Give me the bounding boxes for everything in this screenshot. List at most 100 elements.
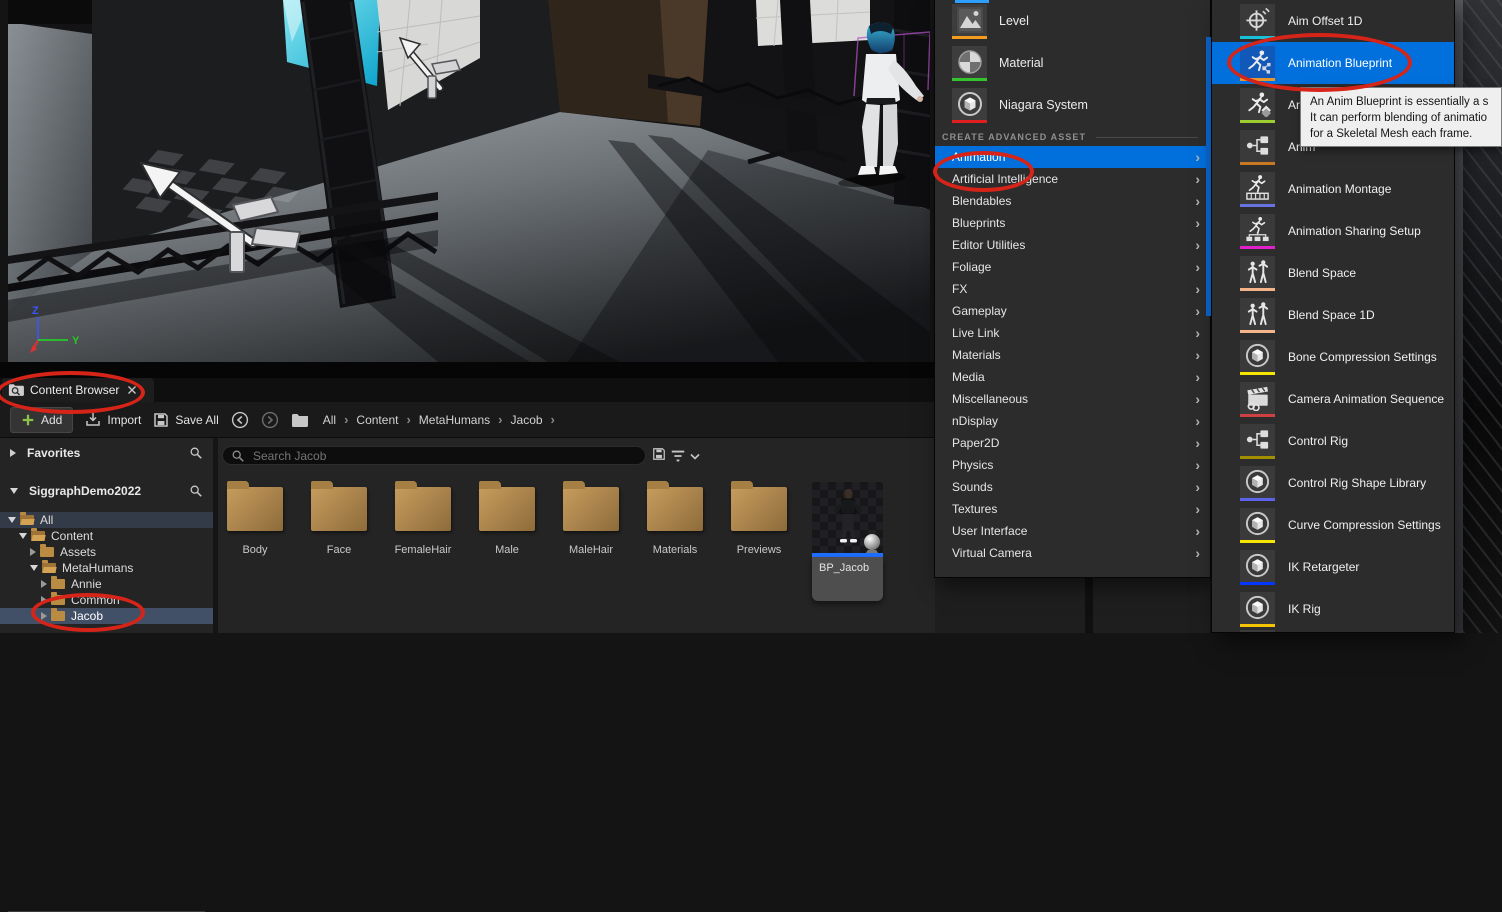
content-browser-tab[interactable]: Content Browser bbox=[2, 378, 154, 402]
chevron-down-icon[interactable] bbox=[19, 533, 27, 539]
search-icon[interactable] bbox=[189, 446, 203, 460]
menu-item-niagara-system[interactable]: Niagara System bbox=[935, 84, 1210, 126]
create-advanced-categories: Animation › Artificial Intelligence › Bl… bbox=[935, 146, 1210, 564]
submenu-item-label: Animation Sharing Setup bbox=[1288, 224, 1421, 238]
tooltip-line: It can perform blending of animatio bbox=[1310, 110, 1501, 126]
breadcrumb-item-jacob[interactable]: Jacob bbox=[511, 413, 543, 427]
menu-item-level[interactable]: Level bbox=[935, 0, 1210, 42]
submenu-item-blend-space[interactable]: Blend Space bbox=[1212, 252, 1454, 294]
menu-item-sounds[interactable]: Sounds › bbox=[935, 476, 1210, 498]
menu-item-virtual-camera[interactable]: Virtual Camera › bbox=[935, 542, 1210, 564]
chevron-right-icon[interactable] bbox=[41, 596, 47, 604]
menu-item-media[interactable]: Media › bbox=[935, 366, 1210, 388]
asset-search[interactable] bbox=[222, 446, 646, 465]
search-input[interactable] bbox=[251, 448, 637, 464]
submenu-item-blend-space-1d[interactable]: Blend Space 1D bbox=[1212, 294, 1454, 336]
breadcrumb-item-content[interactable]: Content bbox=[356, 413, 398, 427]
breadcrumb-item-metahumans[interactable]: MetaHumans bbox=[419, 413, 490, 427]
tooltip-line: An Anim Blueprint is essentially a s bbox=[1310, 94, 1501, 110]
folder-tile-femalehair[interactable]: FemaleHair bbox=[392, 473, 454, 556]
menu-item-gameplay[interactable]: Gameplay › bbox=[935, 300, 1210, 322]
submenu-item-control-rig-shape-library[interactable]: Control Rig Shape Library bbox=[1212, 462, 1454, 504]
submenu-item-control-rig[interactable]: Control Rig bbox=[1212, 420, 1454, 462]
menu-item-blueprints[interactable]: Blueprints › bbox=[935, 212, 1210, 234]
node-graph-icon bbox=[1240, 424, 1275, 459]
asset-tile-bp-jacob[interactable]: BP_Jacob bbox=[812, 473, 884, 601]
breadcrumb-item-all[interactable]: All bbox=[323, 413, 336, 427]
submenu-item-ik-rig[interactable]: IK Rig bbox=[1212, 588, 1454, 630]
breadcrumb: All›Content›MetaHumans›Jacob› bbox=[323, 412, 555, 427]
axis-y-label: Y bbox=[72, 335, 80, 347]
submenu-item-label: Control Rig Shape Library bbox=[1288, 476, 1426, 490]
chevron-right-icon: › bbox=[1195, 524, 1200, 538]
menu-item-ndisplay[interactable]: nDisplay › bbox=[935, 410, 1210, 432]
menu-item-materials[interactable]: Materials › bbox=[935, 344, 1210, 366]
menu-item-miscellaneous[interactable]: Miscellaneous › bbox=[935, 388, 1210, 410]
menu-item-editor-utilities[interactable]: Editor Utilities › bbox=[935, 234, 1210, 256]
chevron-down-icon[interactable] bbox=[8, 517, 16, 523]
chevron-right-icon[interactable] bbox=[41, 612, 47, 620]
folder-icon bbox=[51, 595, 65, 605]
forward-button[interactable] bbox=[261, 411, 279, 429]
level-viewport[interactable]: MO bbox=[8, 0, 930, 362]
submenu-item-camera-animation-sequence[interactable]: Camera Animation Sequence bbox=[1212, 378, 1454, 420]
folder-name: Materials bbox=[653, 544, 698, 556]
back-button[interactable] bbox=[231, 411, 249, 429]
folder-tile-previews[interactable]: Previews bbox=[728, 473, 790, 556]
menu-item-physics[interactable]: Physics › bbox=[935, 454, 1210, 476]
submenu-item-label: IK Rig bbox=[1288, 602, 1321, 616]
menu-item-artificial-intelligence[interactable]: Artificial Intelligence › bbox=[935, 168, 1210, 190]
tree-item-annie[interactable]: Annie bbox=[0, 576, 213, 592]
tree-item-metahumans[interactable]: MetaHumans bbox=[0, 560, 213, 576]
save-all-button[interactable]: Save All bbox=[153, 412, 218, 428]
menu-item-paper2d[interactable]: Paper2D › bbox=[935, 432, 1210, 454]
menu-item-animation[interactable]: Animation › bbox=[935, 146, 1210, 168]
submenu-item-bone-compression-settings[interactable]: Bone Compression Settings bbox=[1212, 336, 1454, 378]
submenu-item-aim-offset-1d[interactable]: Aim Offset 1D bbox=[1212, 0, 1454, 42]
folder-tile-face[interactable]: Face bbox=[308, 473, 370, 556]
tree-item-jacob[interactable]: Jacob bbox=[0, 608, 213, 624]
folder-tile-materials[interactable]: Materials bbox=[644, 473, 706, 556]
tree-item-all[interactable]: All bbox=[0, 512, 213, 528]
menu-item-material[interactable]: Material bbox=[935, 42, 1210, 84]
close-icon[interactable] bbox=[125, 383, 139, 397]
submenu-item-label: Blend Space bbox=[1288, 266, 1356, 280]
submenu-item-label: IK Retargeter bbox=[1288, 560, 1359, 574]
folder-tile-body[interactable]: Body bbox=[224, 473, 286, 556]
menu-item-fx[interactable]: FX › bbox=[935, 278, 1210, 300]
chevron-right-icon[interactable] bbox=[30, 548, 36, 556]
tree-item-assets[interactable]: Assets bbox=[0, 544, 213, 560]
import-button[interactable]: Import bbox=[85, 412, 141, 428]
submenu-item-curve-compression-settings[interactable]: Curve Compression Settings bbox=[1212, 504, 1454, 546]
folder-tile-malehair[interactable]: MaleHair bbox=[560, 473, 622, 556]
favorites-section[interactable]: Favorites bbox=[0, 440, 213, 466]
tree-item-common[interactable]: Common bbox=[0, 592, 213, 608]
aim-offset-icon bbox=[1240, 4, 1275, 39]
chevron-down-icon[interactable] bbox=[10, 488, 18, 494]
menu-item-label: Paper2D bbox=[952, 436, 1195, 450]
content-browser-icon bbox=[8, 382, 24, 398]
menu-item-foliage[interactable]: Foliage › bbox=[935, 256, 1210, 278]
menu-item-user-interface[interactable]: User Interface › bbox=[935, 520, 1210, 542]
chevron-right-icon[interactable] bbox=[10, 449, 16, 457]
submenu-item-animation-blueprint[interactable]: Animation Blueprint bbox=[1212, 42, 1454, 84]
submenu-item-animation-montage[interactable]: Animation Montage bbox=[1212, 168, 1454, 210]
chevron-right-icon[interactable] bbox=[41, 580, 47, 588]
menu-item-live-link[interactable]: Live Link › bbox=[935, 322, 1210, 344]
chevron-down-icon[interactable] bbox=[30, 565, 38, 571]
folder-tile-male[interactable]: Male bbox=[476, 473, 538, 556]
tooltip-line: for a Skeletal Mesh each frame. bbox=[1310, 126, 1501, 142]
asset-grid: Body Face FemaleHair Male MaleHair Mater… bbox=[218, 473, 935, 633]
search-icon[interactable] bbox=[189, 484, 203, 498]
submenu-item-animation-sharing-setup[interactable]: Animation Sharing Setup bbox=[1212, 210, 1454, 252]
filter-button[interactable] bbox=[670, 448, 700, 464]
tree-item-content[interactable]: Content bbox=[0, 528, 213, 544]
collection-section[interactable]: SiggraphDemo2022 bbox=[0, 478, 213, 504]
menu-item-blendables[interactable]: Blendables › bbox=[935, 190, 1210, 212]
menu-item-textures[interactable]: Textures › bbox=[935, 498, 1210, 520]
add-button[interactable]: Add bbox=[10, 407, 73, 433]
submenu-item-ik-retargeter[interactable]: IK Retargeter bbox=[1212, 546, 1454, 588]
menu-item-label: Artificial Intelligence bbox=[952, 172, 1195, 186]
menu-item-label: nDisplay bbox=[952, 414, 1195, 428]
save-search-icon[interactable] bbox=[652, 447, 666, 461]
